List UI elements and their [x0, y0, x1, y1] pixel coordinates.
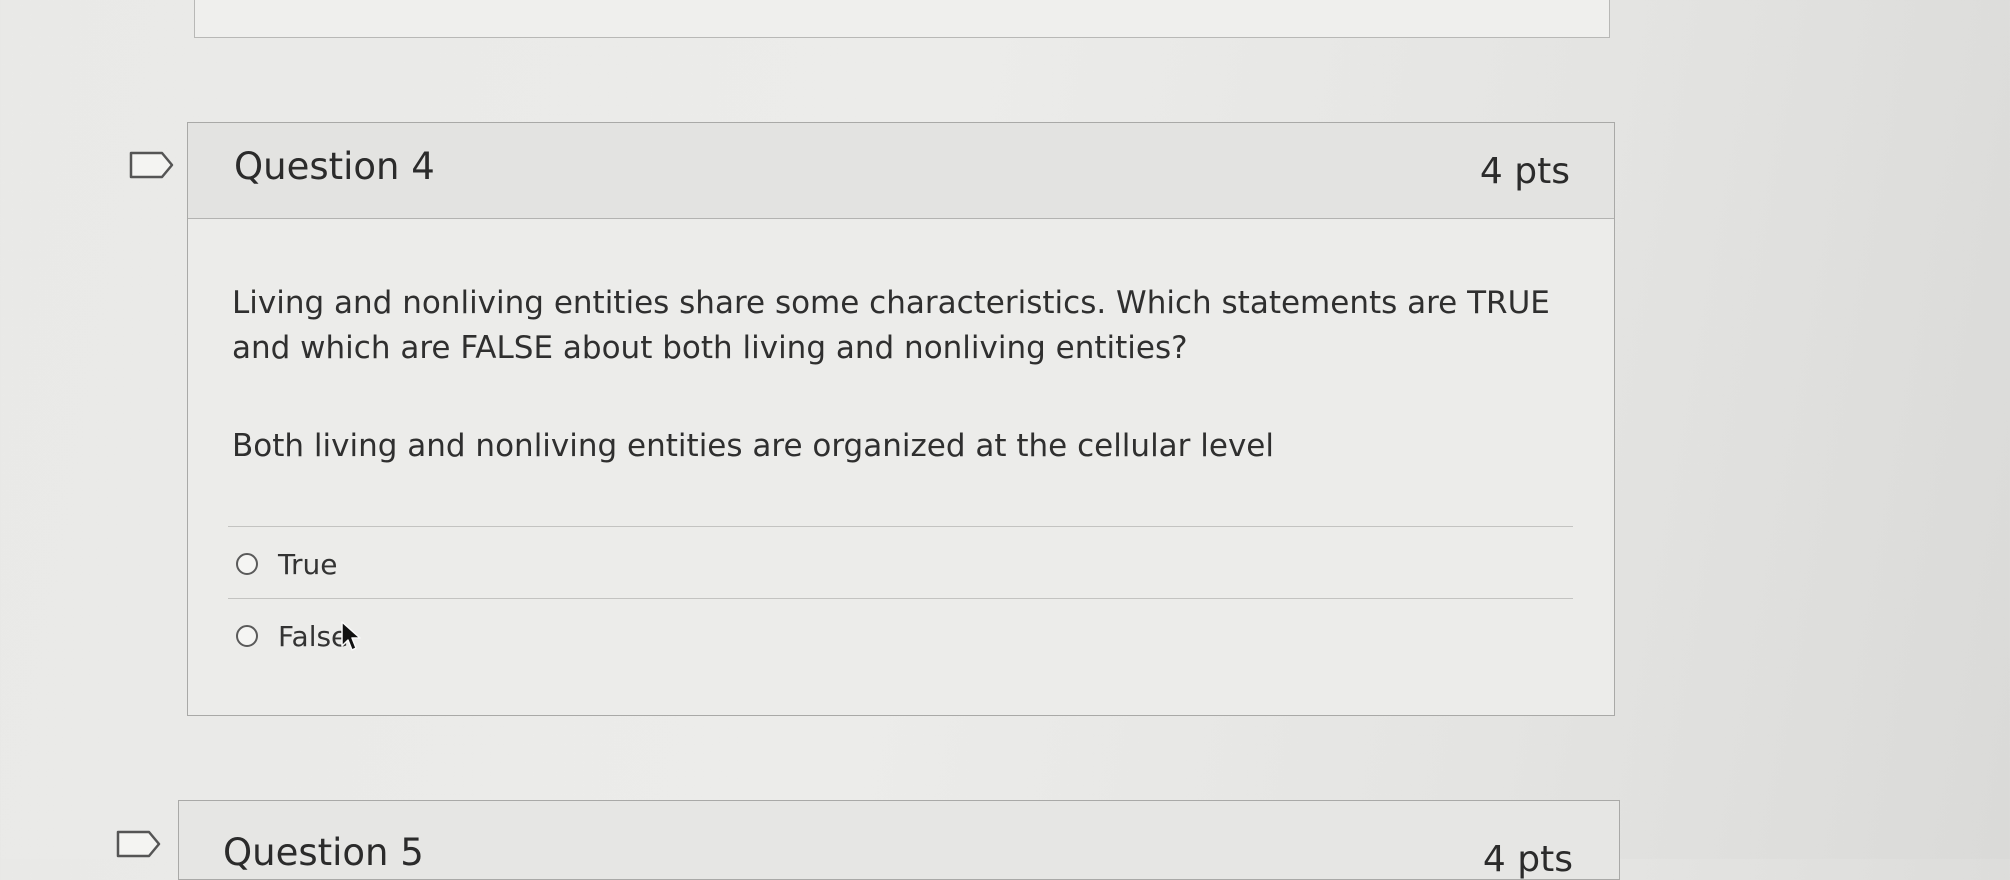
- radio-button-false[interactable]: [236, 625, 258, 647]
- question-points: 4 pts: [1479, 151, 1570, 192]
- radio-button-true[interactable]: [236, 553, 258, 575]
- question-header: Question 4 4 pts: [188, 123, 1614, 219]
- mouse-pointer-icon: [341, 621, 361, 651]
- previous-question-card: [194, 0, 1610, 38]
- question-prompt: Living and nonliving entities share some…: [232, 285, 1550, 366]
- answer-label-true: True: [278, 547, 338, 581]
- answer-divider: [228, 526, 1573, 527]
- question-title: Question 4: [234, 145, 435, 188]
- next-question-card: Question 5 4 pts: [178, 800, 1620, 880]
- next-question-title: Question 5: [223, 831, 424, 874]
- answer-divider: [228, 598, 1573, 599]
- answer-option-true[interactable]: True: [236, 544, 337, 584]
- flag-question-icon[interactable]: [128, 150, 176, 180]
- question-card: Question 4 4 pts Living and nonliving en…: [187, 122, 1615, 716]
- answer-option-false[interactable]: False: [236, 616, 348, 656]
- flag-question-icon[interactable]: [115, 829, 163, 859]
- answer-label-false: False: [278, 619, 349, 653]
- next-question-points: 4 pts: [1482, 839, 1573, 880]
- question-statement: Both living and nonliving entities are o…: [232, 428, 1274, 464]
